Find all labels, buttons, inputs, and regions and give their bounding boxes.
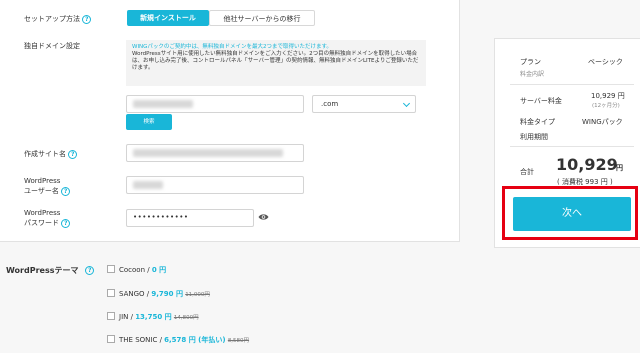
- checkbox[interactable]: [107, 335, 115, 343]
- domain-input[interactable]: [126, 95, 304, 113]
- domain-note: WINGパックのご契約中は、無料独自ドメインを最大2つまで取得いただけます。 W…: [126, 40, 426, 86]
- server-fee-sub: (12ヶ月分): [592, 103, 620, 109]
- theme-option-cocoon[interactable]: Cocoon / 0 円: [107, 265, 166, 275]
- plan-label: プラン: [520, 58, 541, 66]
- checkbox[interactable]: [107, 265, 115, 273]
- server-fee-value: 10,929 円: [591, 92, 625, 100]
- domain-note-highlight: WINGパックのご契約中は、無料独自ドメインを最大2つまで取得いただけます。: [132, 44, 332, 50]
- help-icon[interactable]: ?: [61, 186, 71, 196]
- theme-option-the-sonic[interactable]: THE SONIC / 6,578 円 (年払い) 8,580円: [107, 335, 249, 346]
- site-name-label: 作成サイト名 ?: [24, 149, 78, 159]
- help-icon[interactable]: ?: [85, 266, 95, 275]
- divider: [510, 84, 634, 85]
- server-fee-label: サーバー料金: [520, 97, 562, 105]
- redacted-text: [133, 149, 283, 157]
- help-icon[interactable]: ?: [82, 14, 92, 24]
- tab-new-install[interactable]: 新規インストール: [127, 10, 209, 26]
- total-value: 10,929: [556, 155, 618, 174]
- wp-username-input[interactable]: [126, 176, 304, 194]
- setup-method-label: セットアップ方法 ?: [24, 14, 92, 24]
- checkbox[interactable]: [107, 289, 115, 297]
- signup-form-panel: セットアップ方法 ? 新規インストール 他社サーバーからの移行 独自ドメイン設定…: [0, 0, 460, 242]
- checkbox[interactable]: [107, 312, 115, 320]
- fee-type-label: 料金タイプ: [520, 118, 555, 126]
- redacted-text: [133, 100, 193, 108]
- period-label: 利用期間: [520, 133, 548, 141]
- help-icon[interactable]: ?: [68, 149, 78, 159]
- tab-migration[interactable]: 他社サーバーからの移行: [209, 10, 315, 26]
- site-name-input[interactable]: [126, 144, 304, 162]
- wp-password-label: WordPress パスワード ?: [24, 208, 71, 228]
- redacted-text: [133, 181, 163, 189]
- theme-option-sango[interactable]: SANGO / 9,790 円 11,000円: [107, 289, 210, 300]
- help-icon[interactable]: ?: [61, 218, 71, 228]
- theme-option-jin[interactable]: JIN / 13,750 円 14,800円: [107, 312, 199, 323]
- search-button[interactable]: 検索: [126, 114, 172, 130]
- chevron-down-icon: [402, 99, 411, 108]
- breakdown-label: 料金内訳: [520, 71, 545, 78]
- plan-value: ベーシック: [588, 58, 623, 66]
- total-label: 合計: [520, 168, 534, 176]
- tld-select[interactable]: .com: [312, 95, 416, 113]
- domain-setting-label: 独自ドメイン設定: [24, 42, 80, 50]
- wp-theme-label: WordPressテーマ ?: [6, 265, 95, 276]
- domain-note-body: WordPressサイト用に使用したい無料独自ドメインをご入力ください。2つ目の…: [132, 51, 419, 71]
- divider: [510, 146, 634, 147]
- wp-password-input[interactable]: ••••••••••••: [126, 209, 254, 227]
- fee-type-value: WINGパック: [582, 118, 623, 126]
- wp-user-label: WordPress ユーザー名 ?: [24, 176, 71, 196]
- eye-icon[interactable]: [258, 213, 269, 221]
- next-button[interactable]: 次へ: [513, 197, 631, 231]
- total-unit: 円: [616, 164, 623, 172]
